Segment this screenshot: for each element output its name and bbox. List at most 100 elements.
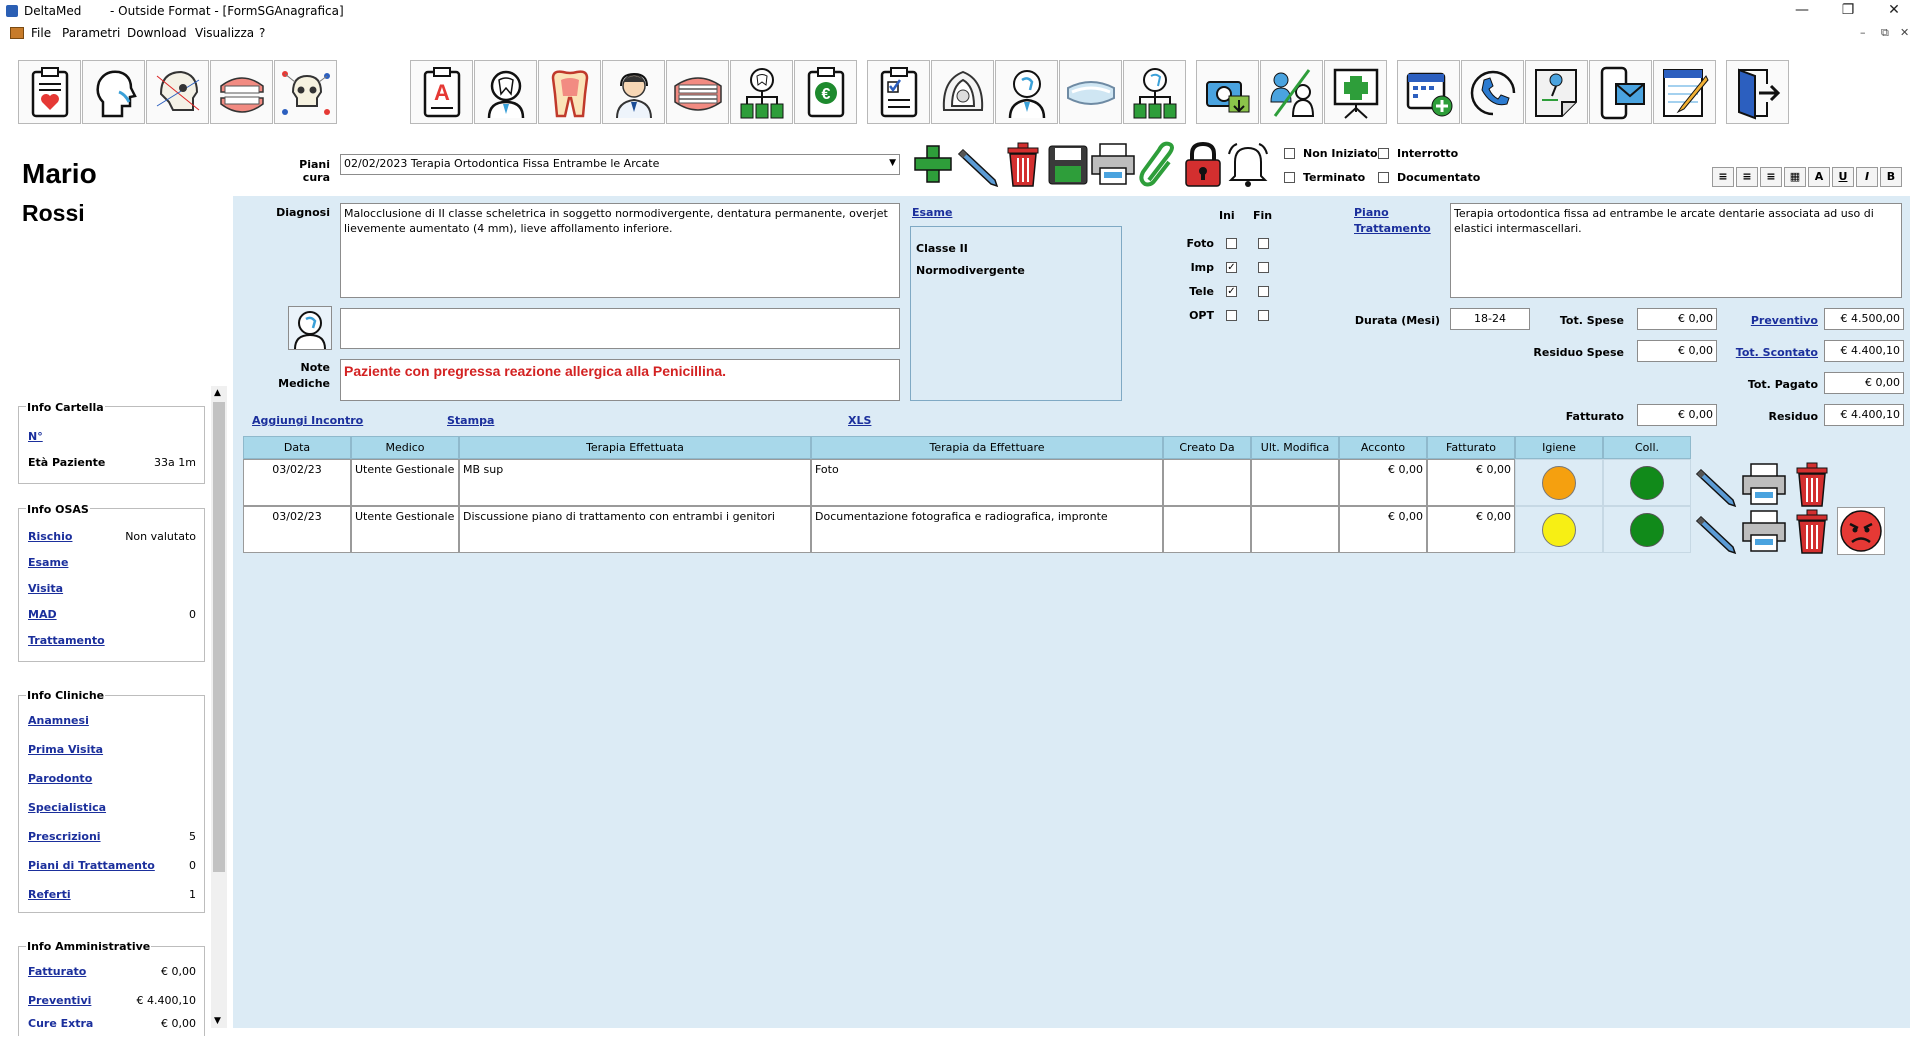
cell-coll[interactable] bbox=[1603, 459, 1691, 506]
row-angry-button[interactable] bbox=[1837, 507, 1885, 555]
toolbar-skull-xray[interactable] bbox=[146, 60, 209, 124]
toolbar-skull-network[interactable] bbox=[274, 60, 337, 124]
piani-trattamento-link[interactable]: Piani di Trattamento bbox=[28, 859, 155, 872]
documentato-checkbox[interactable] bbox=[1378, 172, 1389, 183]
esame-link[interactable]: Esame bbox=[912, 206, 952, 219]
col-header-da-effettuare[interactable]: Terapia da Effettuare bbox=[811, 436, 1163, 459]
row-print-button[interactable] bbox=[1741, 460, 1787, 508]
scrollbar-thumb[interactable] bbox=[213, 402, 225, 872]
color-button[interactable]: ▦ bbox=[1784, 167, 1806, 187]
piani-cura-select[interactable]: 02/02/2023 Terapia Ortodontica Fissa Ent… bbox=[340, 154, 900, 175]
mdi-minimize-icon[interactable]: – bbox=[1860, 26, 1866, 39]
mdi-restore-icon[interactable]: ⧉ bbox=[1881, 26, 1889, 40]
toolbar-head-network[interactable] bbox=[995, 60, 1058, 124]
xls-link[interactable]: XLS bbox=[848, 414, 871, 427]
toolbar-braces[interactable] bbox=[666, 60, 729, 124]
stampa-link[interactable]: Stampa bbox=[447, 414, 494, 427]
print-plan-button[interactable] bbox=[1090, 140, 1136, 188]
mdi-close-icon[interactable]: ✕ bbox=[1900, 26, 1909, 39]
imaging-ini-checkbox[interactable]: ✓ bbox=[1226, 286, 1237, 297]
imaging-fin-checkbox[interactable] bbox=[1258, 262, 1269, 273]
toolbar-report[interactable]: A bbox=[410, 60, 473, 124]
row-edit-button[interactable] bbox=[1693, 507, 1739, 555]
prescrizioni-link[interactable]: Prescrizioni bbox=[28, 830, 101, 843]
menu-file[interactable]: File bbox=[31, 26, 51, 40]
trattamento-osas-link[interactable]: Trattamento bbox=[28, 634, 105, 647]
cell-creato-da[interactable] bbox=[1163, 459, 1251, 506]
delete-plan-button[interactable] bbox=[1000, 140, 1046, 188]
cell-acconto[interactable]: € 0,00 bbox=[1339, 459, 1427, 506]
toolbar-tooth-network[interactable] bbox=[730, 60, 793, 124]
toolbar-note-pin[interactable] bbox=[1525, 60, 1588, 124]
toolbar-tooth-section[interactable] bbox=[538, 60, 601, 124]
imaging-ini-checkbox[interactable] bbox=[1226, 310, 1237, 321]
scroll-down-icon[interactable]: ▼ bbox=[214, 1016, 221, 1026]
toolbar-mobile-mail[interactable] bbox=[1589, 60, 1652, 124]
restore-icon[interactable]: ❐ bbox=[1826, 0, 1870, 22]
col-header-fatturato[interactable]: Fatturato bbox=[1427, 436, 1515, 459]
attach-button[interactable] bbox=[1135, 140, 1181, 188]
doctor-select-button[interactable] bbox=[288, 306, 332, 350]
cell-fatturato[interactable]: € 0,00 bbox=[1427, 506, 1515, 553]
interrotto-checkbox[interactable] bbox=[1378, 148, 1389, 159]
menu-visualizza[interactable]: Visualizza bbox=[195, 26, 254, 40]
col-header-ult-modifica[interactable]: Ult. Modifica bbox=[1251, 436, 1339, 459]
col-header-medico[interactable]: Medico bbox=[351, 436, 459, 459]
cell-igiene[interactable] bbox=[1515, 506, 1603, 553]
cell-coll[interactable] bbox=[1603, 506, 1691, 553]
close-icon[interactable]: ✕ bbox=[1872, 0, 1916, 22]
rischio-link[interactable]: Rischio bbox=[28, 530, 72, 543]
align-center-button[interactable]: ≡ bbox=[1736, 167, 1758, 187]
cure-extra-link[interactable]: Cure Extra bbox=[28, 1017, 93, 1028]
toolbar-head-profile[interactable] bbox=[82, 60, 145, 124]
row-delete-button[interactable] bbox=[1789, 507, 1835, 555]
toolbar-notepad[interactable] bbox=[1653, 60, 1716, 124]
anamnesi-link[interactable]: Anamnesi bbox=[28, 714, 89, 727]
lock-button[interactable] bbox=[1180, 140, 1226, 188]
toolbar-aligner[interactable] bbox=[1059, 60, 1122, 124]
piano-trattamento-textarea[interactable]: Terapia ortodontica fissa ad entrambe le… bbox=[1450, 203, 1902, 298]
specialistica-link[interactable]: Specialistica bbox=[28, 801, 106, 814]
imaging-fin-checkbox[interactable] bbox=[1258, 238, 1269, 249]
cell-acconto[interactable]: € 0,00 bbox=[1339, 506, 1427, 553]
cell-ult-modifica[interactable] bbox=[1251, 459, 1339, 506]
referti-link[interactable]: Referti bbox=[28, 888, 71, 901]
scroll-up-icon[interactable]: ▲ bbox=[214, 388, 221, 398]
cell-igiene[interactable] bbox=[1515, 459, 1603, 506]
add-plan-button[interactable] bbox=[910, 140, 956, 188]
underline-button[interactable]: U bbox=[1832, 167, 1854, 187]
fatturato-left-link[interactable]: Fatturato bbox=[28, 965, 86, 978]
minimize-icon[interactable]: — bbox=[1780, 0, 1824, 22]
col-header-effettuata[interactable]: Terapia Effettuata bbox=[459, 436, 811, 459]
cell-medico[interactable]: Utente Gestionale bbox=[351, 459, 459, 506]
cell-data[interactable]: 03/02/23 bbox=[243, 506, 351, 553]
diagnosi-textarea[interactable]: Malocclusione di II classe scheletrica i… bbox=[340, 203, 900, 298]
row-delete-button[interactable] bbox=[1789, 460, 1835, 508]
toolbar-camera-folder[interactable] bbox=[1196, 60, 1259, 124]
cell-effettuata[interactable]: MB sup bbox=[459, 459, 811, 506]
cell-ult-modifica[interactable] bbox=[1251, 506, 1339, 553]
mad-link[interactable]: MAD bbox=[28, 608, 57, 621]
col-header-coll[interactable]: Coll. bbox=[1603, 436, 1691, 459]
menu-parametri[interactable]: Parametri bbox=[62, 26, 120, 40]
toolbar-phone[interactable] bbox=[1461, 60, 1524, 124]
cell-da-effettuare[interactable]: Foto bbox=[811, 459, 1163, 506]
font-button[interactable]: A bbox=[1808, 167, 1830, 187]
col-header-creato-da[interactable]: Creato Da bbox=[1163, 436, 1251, 459]
toolbar-invoice[interactable]: € bbox=[794, 60, 857, 124]
bold-button[interactable]: B bbox=[1880, 167, 1902, 187]
tot-scontato-link[interactable]: Tot. Scontato bbox=[1730, 346, 1818, 359]
alarm-button[interactable] bbox=[1225, 140, 1271, 188]
imaging-ini-checkbox[interactable]: ✓ bbox=[1226, 262, 1237, 273]
toolbar-users-split[interactable] bbox=[1260, 60, 1323, 124]
note-mediche-textarea[interactable]: Paziente con pregressa reazione allergic… bbox=[340, 359, 900, 401]
italic-button[interactable]: I bbox=[1856, 167, 1878, 187]
toolbar-doctor-headset[interactable] bbox=[602, 60, 665, 124]
save-plan-button[interactable] bbox=[1045, 140, 1091, 188]
mdi-app-icon[interactable] bbox=[10, 27, 24, 39]
numero-link[interactable]: N° bbox=[28, 430, 43, 443]
toolbar-exit[interactable] bbox=[1726, 60, 1789, 124]
toolbar-mask[interactable] bbox=[931, 60, 994, 124]
toolbar-presentation[interactable] bbox=[1324, 60, 1387, 124]
col-header-data[interactable]: Data bbox=[243, 436, 351, 459]
